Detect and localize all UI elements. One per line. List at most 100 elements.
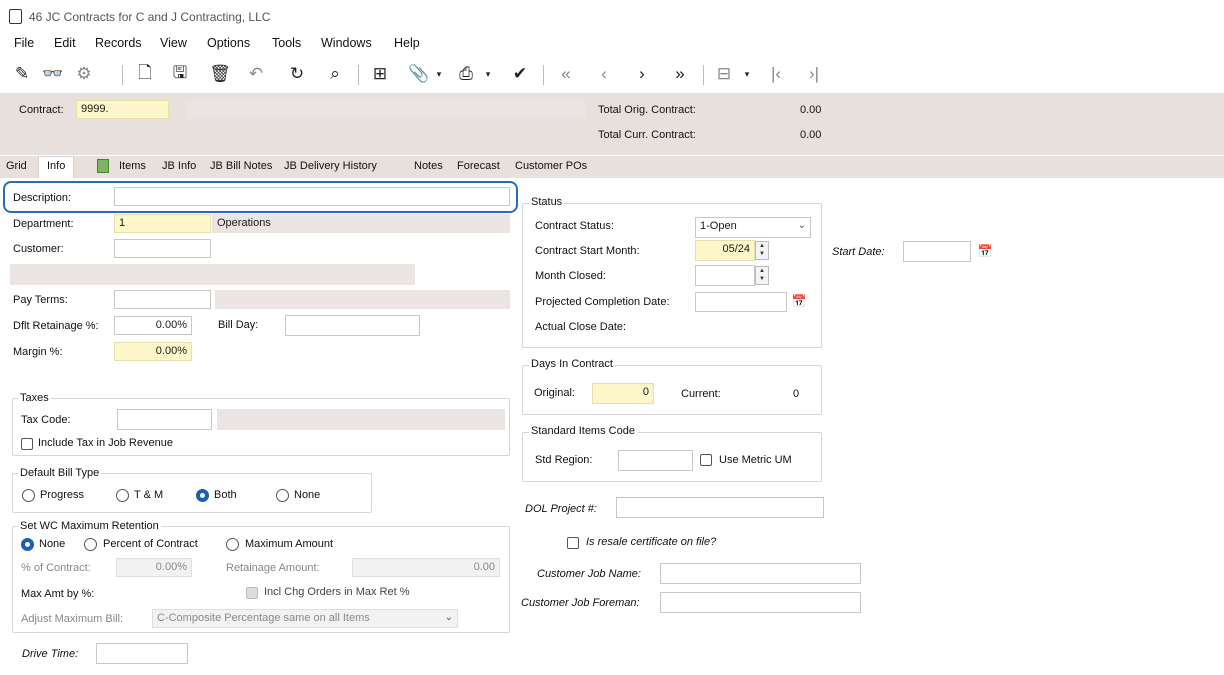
bill-type-progress-radio[interactable] bbox=[22, 489, 35, 502]
view-icon[interactable]: ⊟ bbox=[711, 60, 737, 88]
retainage-amount-label: Retainage Amount: bbox=[226, 562, 320, 574]
new-icon[interactable]: 🗋 bbox=[132, 60, 158, 88]
department-label: Department: bbox=[13, 218, 74, 230]
tab-forecast[interactable]: Forecast bbox=[457, 160, 500, 172]
toolbar-separator bbox=[122, 65, 123, 85]
attach-dropdown-icon[interactable]: ▾ bbox=[432, 60, 446, 88]
menu-edit[interactable]: Edit bbox=[54, 36, 76, 50]
tab-grid[interactable]: Grid bbox=[6, 160, 27, 172]
spellcheck-icon[interactable]: ✔ bbox=[507, 60, 533, 88]
adjust-max-bill-select: C-Composite Percentage same on all Items… bbox=[152, 609, 458, 628]
menu-help[interactable]: Help bbox=[394, 36, 420, 50]
use-metric-checkbox[interactable] bbox=[700, 454, 712, 466]
resale-cert-checkbox[interactable] bbox=[567, 537, 579, 549]
contract-header: Contract: 9999. Total Orig. Contract: 0.… bbox=[0, 93, 1224, 155]
dol-project-field[interactable] bbox=[616, 497, 824, 518]
bill-day-field[interactable] bbox=[285, 315, 420, 336]
contract-description-field bbox=[185, 100, 585, 119]
customer-job-name-field[interactable] bbox=[660, 563, 861, 584]
title-bar: 46 JC Contracts for C and J Contracting,… bbox=[0, 0, 1224, 33]
bill-type-none-radio[interactable] bbox=[276, 489, 289, 502]
wc-max-amount-radio[interactable] bbox=[226, 538, 239, 551]
month-closed-field[interactable] bbox=[695, 265, 755, 286]
tab-customer-pos[interactable]: Customer POs bbox=[515, 160, 587, 172]
menu-tools[interactable]: Tools bbox=[272, 36, 301, 50]
view-dropdown-icon[interactable]: ▾ bbox=[740, 60, 754, 88]
use-metric-label: Use Metric UM bbox=[719, 454, 792, 466]
contract-status-select[interactable]: 1-Open ⌄ bbox=[695, 217, 811, 238]
prev-icon[interactable]: ‹ bbox=[591, 60, 617, 88]
tab-items[interactable]: Items bbox=[119, 160, 146, 172]
wc-none-radio[interactable] bbox=[21, 538, 34, 551]
clear-icon[interactable]: ⚙ bbox=[71, 60, 97, 88]
end-icon[interactable]: ›| bbox=[801, 60, 827, 88]
first-icon[interactable]: « bbox=[553, 60, 579, 88]
tab-jb-delivery-history[interactable]: JB Delivery History bbox=[284, 160, 377, 172]
calendar-icon[interactable]: 📅 bbox=[975, 242, 995, 261]
bill-type-title: Default Bill Type bbox=[18, 467, 102, 479]
contract-number-field[interactable]: 9999. bbox=[76, 100, 169, 119]
pct-contract-field: 0.00% bbox=[116, 558, 192, 577]
customer-job-foreman-field[interactable] bbox=[660, 592, 861, 613]
drive-time-label: Drive Time: bbox=[22, 648, 79, 660]
tab-notes[interactable]: Notes bbox=[414, 160, 443, 172]
description-field[interactable] bbox=[114, 187, 510, 206]
print-dropdown-icon[interactable]: ▾ bbox=[481, 60, 495, 88]
edit-icon[interactable]: ✎ bbox=[9, 60, 35, 88]
tax-code-field[interactable] bbox=[117, 409, 212, 430]
total-curr-contract-value: 0.00 bbox=[800, 129, 822, 141]
tab-jb-info[interactable]: JB Info bbox=[162, 160, 196, 172]
delete-icon[interactable]: 🗑 bbox=[207, 60, 233, 88]
save-icon[interactable]: 🖫 bbox=[167, 60, 193, 88]
next-icon[interactable]: › bbox=[629, 60, 655, 88]
menu-records[interactable]: Records bbox=[95, 36, 142, 50]
start-date-field[interactable] bbox=[903, 241, 971, 262]
resale-cert-label: Is resale certificate on file? bbox=[586, 536, 717, 548]
start-month-field[interactable]: 05/24 bbox=[695, 240, 755, 261]
menu-file[interactable]: File bbox=[14, 36, 34, 50]
start-icon[interactable]: |‹ bbox=[763, 60, 789, 88]
chevron-down-icon: ⌄ bbox=[797, 220, 806, 231]
total-orig-contract-value: 0.00 bbox=[800, 104, 822, 116]
total-curr-contract-label: Total Curr. Contract: bbox=[598, 129, 696, 141]
bill-type-both-label: Both bbox=[214, 489, 237, 501]
menu-view[interactable]: View bbox=[160, 36, 187, 50]
original-days-label: Original: bbox=[534, 387, 575, 399]
wc-retention-title: Set WC Maximum Retention bbox=[18, 520, 161, 532]
include-tax-checkbox[interactable] bbox=[21, 438, 33, 450]
dflt-retainage-label: Dflt Retainage %: bbox=[13, 320, 99, 332]
dflt-retainage-field[interactable]: 0.00% bbox=[114, 316, 192, 335]
toolbar-separator bbox=[703, 65, 704, 85]
customer-field[interactable] bbox=[114, 239, 211, 258]
bill-type-tm-radio[interactable] bbox=[116, 489, 129, 502]
refresh-icon[interactable]: ↻ bbox=[284, 60, 310, 88]
drive-time-field[interactable] bbox=[96, 643, 188, 664]
grid-icon[interactable]: ⊞ bbox=[367, 60, 393, 88]
taxes-title: Taxes bbox=[18, 392, 51, 404]
find-icon[interactable]: 👓 bbox=[40, 60, 66, 88]
undo-icon[interactable]: ↶ bbox=[243, 60, 269, 88]
print-icon[interactable]: ⎙ bbox=[453, 60, 479, 88]
menu-windows[interactable]: Windows bbox=[321, 36, 372, 50]
calendar-icon[interactable]: 📅 bbox=[789, 292, 809, 311]
projected-completion-field[interactable] bbox=[695, 292, 787, 312]
original-days-field[interactable]: 0 bbox=[592, 383, 654, 404]
pay-terms-description bbox=[215, 290, 510, 309]
margin-field[interactable]: 0.00% bbox=[114, 342, 192, 361]
start-month-spinner[interactable]: ▲ ▼ bbox=[755, 241, 769, 260]
bill-type-both-radio[interactable] bbox=[196, 489, 209, 502]
tab-info[interactable]: Info bbox=[38, 156, 75, 178]
wc-percent-radio[interactable] bbox=[84, 538, 97, 551]
month-closed-spinner[interactable]: ▲ ▼ bbox=[755, 266, 769, 285]
search-icon[interactable]: ⌕ bbox=[322, 60, 348, 88]
last-icon[interactable]: » bbox=[667, 60, 693, 88]
current-days-value: 0 bbox=[793, 388, 800, 400]
std-region-field[interactable] bbox=[618, 450, 693, 471]
pay-terms-field[interactable] bbox=[114, 290, 211, 309]
menu-options[interactable]: Options bbox=[207, 36, 250, 50]
attach-icon[interactable]: 📎 bbox=[406, 60, 432, 88]
items-icon bbox=[97, 159, 109, 173]
department-field[interactable]: 1 bbox=[114, 214, 211, 233]
std-region-label: Std Region: bbox=[535, 454, 593, 466]
tab-jb-bill-notes[interactable]: JB Bill Notes bbox=[210, 160, 272, 172]
